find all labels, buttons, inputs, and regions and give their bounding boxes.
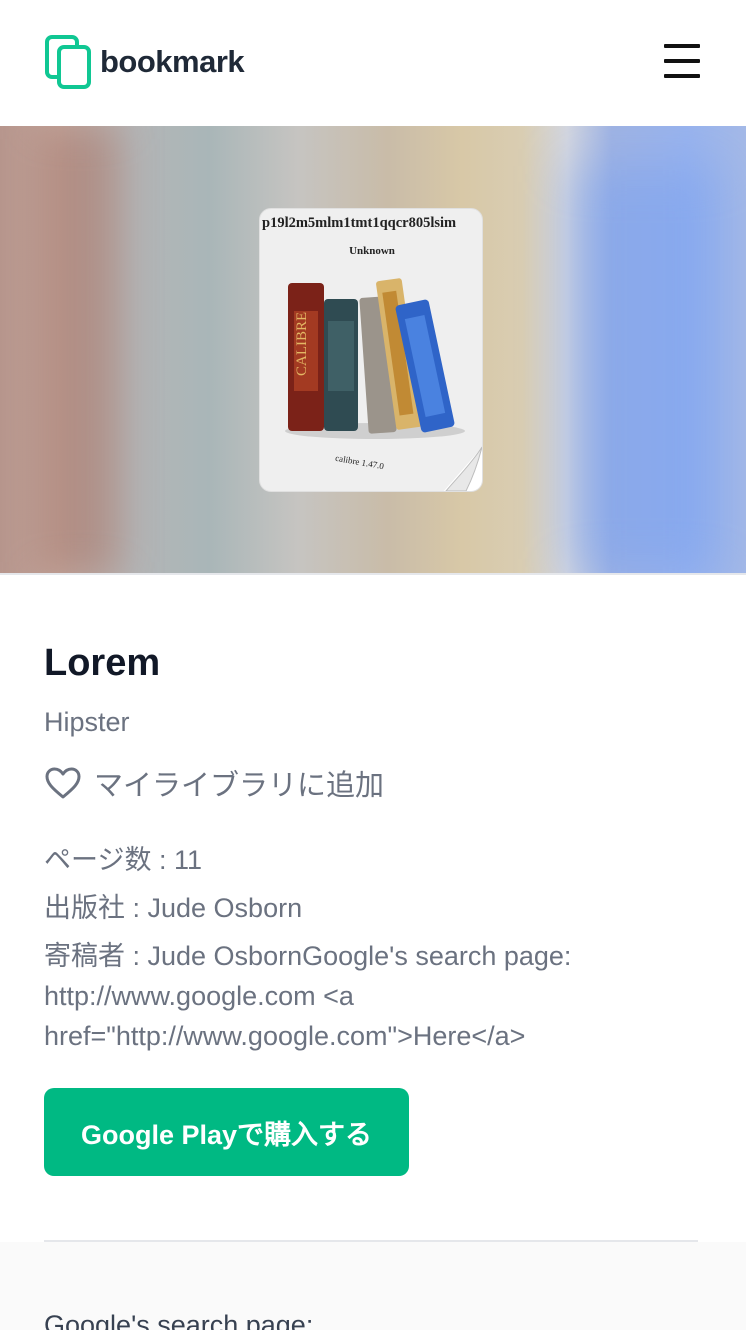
hamburger-icon-line (664, 74, 700, 78)
logo-text: bookmark (100, 44, 245, 79)
hamburger-icon-line (664, 44, 700, 48)
cover-author: Unknown (349, 245, 395, 257)
book-title: Lorem (44, 642, 161, 684)
add-to-library-button[interactable]: マイライブラリに追加 (44, 762, 384, 804)
page-count: ページ数 : 11 (44, 845, 202, 875)
hamburger-menu-button[interactable] (664, 44, 700, 78)
book-cover-image: p19l2m5mlm1tmt1qqcr805lsim Unknown CALIB… (259, 208, 483, 492)
cover-title: p19l2m5mlm1tmt1qqcr805lsim (262, 215, 457, 231)
contributor: 寄稿者 : Jude OsbornGoogle's search page: h… (44, 941, 572, 1051)
add-to-library-label: マイライブラリに追加 (94, 770, 385, 802)
app-header: bookmark (0, 0, 746, 126)
logo[interactable]: bookmark (44, 34, 245, 90)
bookmark-logo-icon (44, 34, 94, 90)
book-subtitle: Hipster (44, 707, 130, 737)
hero-blur-right (570, 166, 720, 573)
heart-icon (45, 767, 81, 799)
hero-blur-left (40, 126, 120, 573)
description-text: Google's search page: (44, 1310, 314, 1330)
cover-stamp: calibre 1.47.0 (334, 452, 385, 472)
calibre-books-illustration: CALIBRE (285, 278, 465, 439)
publisher: 出版社 : Jude Osborn (44, 893, 303, 923)
page-curl-icon (443, 446, 482, 491)
svg-text:CALIBRE: CALIBRE (294, 312, 310, 376)
hamburger-icon-line (664, 59, 700, 63)
buy-on-google-play-button[interactable]: Google Playで購入する (44, 1088, 409, 1176)
